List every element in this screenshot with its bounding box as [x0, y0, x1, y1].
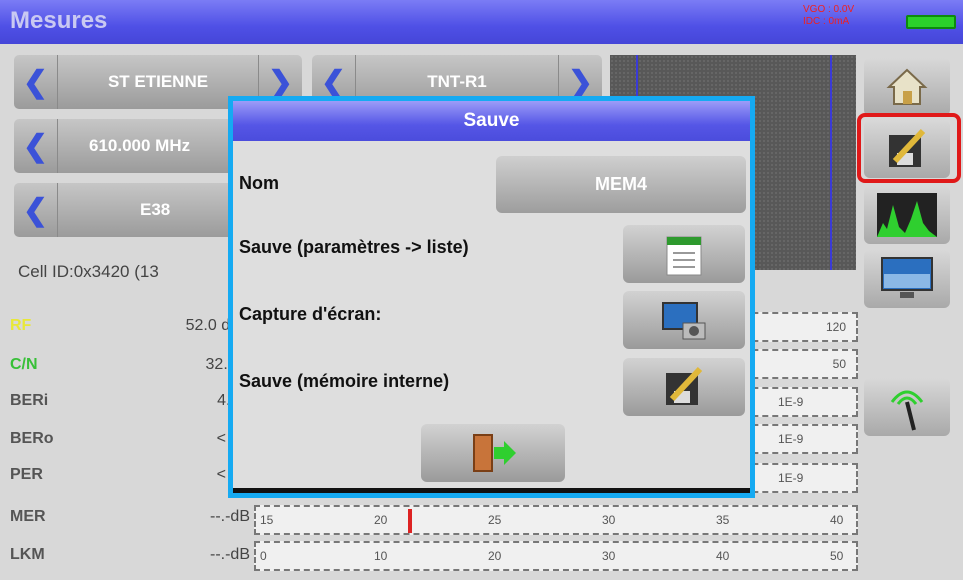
save-internal-label: Sauve (mémoire interne)	[239, 371, 450, 391]
home-icon	[886, 68, 928, 105]
measure-label: MER	[10, 508, 46, 525]
screen-button[interactable]	[864, 250, 950, 308]
camera-screen-icon	[662, 302, 706, 340]
dialog-bottom-bar	[233, 488, 750, 493]
gauge-ref: 1E-9	[778, 432, 804, 446]
gauge-tick: 40	[716, 549, 730, 563]
antenna-icon	[890, 390, 924, 431]
screenshot-label: Capture d'écran:	[239, 304, 382, 324]
screen: Mesures VGO : 0.0V IDC : 0mA ❮ ST ETIENN…	[0, 0, 963, 580]
gauge-tick: 35	[716, 513, 730, 527]
gauge-tick: 50	[830, 549, 844, 563]
gauge-tick: 10	[374, 549, 388, 563]
save-list-label: Sauve (paramètres -> liste)	[239, 237, 469, 257]
battery-icon	[906, 15, 956, 29]
chevron-left-icon[interactable]: ❮	[14, 183, 58, 237]
measure-label: BERi	[10, 392, 49, 409]
antenna-button[interactable]	[864, 378, 950, 436]
site-label: ST ETIENNE	[107, 72, 209, 91]
name-field[interactable]: MEM4	[496, 156, 746, 213]
gauge-tick: 30	[602, 513, 616, 527]
gauge-ref: 1E-9	[778, 471, 804, 485]
list-icon	[666, 236, 702, 276]
chevron-left-icon[interactable]: ❮	[14, 55, 58, 109]
gauge-max: 120	[825, 320, 846, 334]
name-label: Nom	[239, 173, 279, 193]
gauge-tick: 15	[260, 513, 274, 527]
gauge-max: 50	[832, 357, 846, 371]
measure-label: C/N	[10, 356, 38, 373]
home-button[interactable]	[864, 58, 950, 116]
gauge-tick: 25	[488, 513, 502, 527]
measure-label: PER	[10, 466, 43, 483]
gauge-tick: 40	[830, 513, 844, 527]
cell-id: Cell ID:0x3420 (13	[18, 262, 159, 281]
save-dialog: Sauve Nom MEM4 Sauve (paramètres -> list…	[228, 96, 755, 498]
measure-label: RF	[10, 317, 32, 334]
save-icon	[666, 366, 703, 405]
app-title: Mesures	[10, 7, 108, 34]
mer-gauge: 15 20 25 30 35 40	[254, 505, 858, 535]
save-button-highlight	[857, 113, 961, 183]
save-list-button[interactable]	[623, 225, 745, 283]
mer-cursor	[408, 509, 413, 533]
exit-door-icon	[473, 434, 516, 472]
measure-label: LKM	[10, 546, 45, 563]
dialog-title: Sauve	[233, 101, 750, 141]
power-status: VGO : 0.0V IDC : 0mA	[803, 4, 854, 28]
save-internal-button[interactable]	[623, 358, 745, 416]
gauge-ref: 1E-9	[778, 395, 804, 409]
gauge-tick: 20	[488, 549, 502, 563]
measure-value: --.-dB	[210, 546, 250, 563]
gauge-tick: 20	[374, 513, 388, 527]
measure-value: --.-dB	[210, 508, 250, 525]
screen-icon	[881, 257, 933, 298]
measure-label: BERo	[10, 430, 54, 447]
spectrum-icon	[877, 193, 937, 237]
gauge-tick: 30	[602, 549, 616, 563]
lkm-gauge: 0 10 20 30 40 50	[254, 541, 858, 571]
exit-button[interactable]	[421, 424, 565, 482]
current-readout: IDC : 0mA	[803, 16, 850, 27]
voltage-readout: VGO : 0.0V	[803, 4, 855, 15]
title-bar: Mesures VGO : 0.0V IDC : 0mA	[0, 0, 963, 44]
gauge-tick: 0	[260, 549, 267, 563]
marker-line	[830, 55, 832, 270]
screenshot-button[interactable]	[623, 291, 745, 349]
spectrum-button[interactable]	[864, 186, 950, 244]
chevron-left-icon[interactable]: ❮	[14, 119, 58, 173]
